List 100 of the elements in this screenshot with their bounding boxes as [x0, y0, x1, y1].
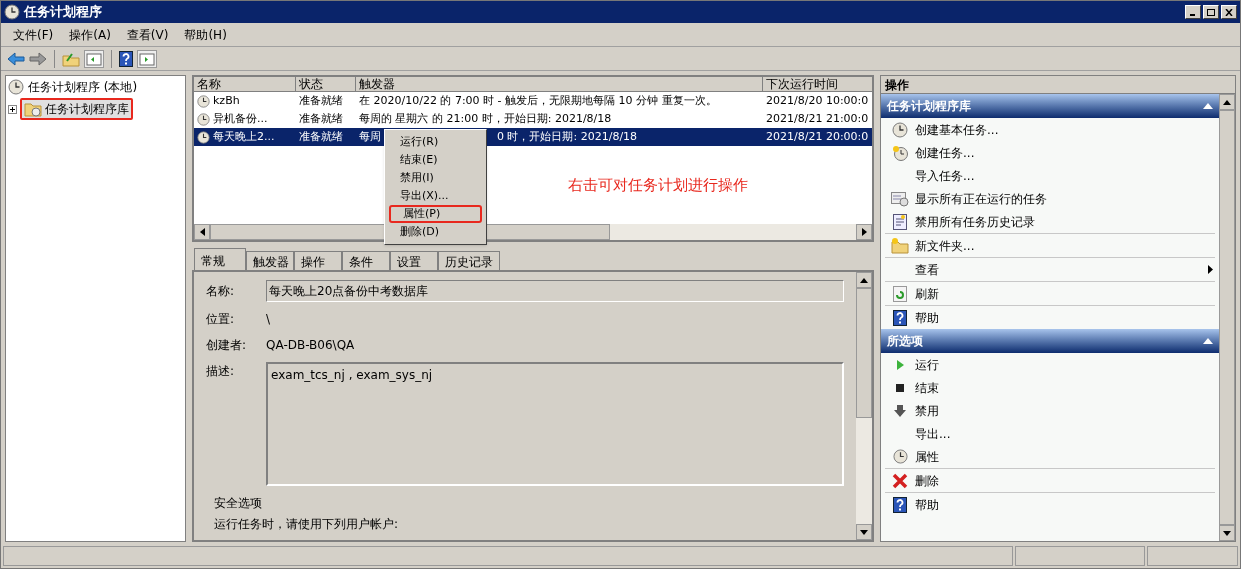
field-label: 名称: [206, 283, 236, 300]
menu-item[interactable]: 文件(F) [7, 25, 60, 44]
refresh-icon [893, 285, 907, 302]
close-icon [1225, 8, 1233, 16]
column-header[interactable]: 名称 [194, 77, 296, 92]
task-trigger: 每周 [359, 128, 381, 145]
clock-icon [8, 79, 24, 95]
app-clock-icon [4, 4, 20, 20]
action-item[interactable]: 结束 [885, 376, 1215, 399]
run-as-label: 运行任务时，请使用下列用户帐户: [213, 516, 400, 533]
tree-item[interactable]: 任务计划程序库 [20, 98, 133, 120]
menu-item[interactable]: 帮助(H) [178, 25, 233, 44]
action-item[interactable]: 帮助 [885, 493, 1215, 516]
tree-item[interactable]: 任务计划程序 (本地) [28, 78, 138, 96]
clock-icon [197, 112, 210, 126]
table-row[interactable]: kzBh 准备就绪 在 2020/10/22 的 7:00 时 - 触发后，无限期地每隔 10 分钟 重复一次。 2021/8/20 10:00:0 [194, 92, 872, 110]
action-item[interactable]: 禁用 [885, 399, 1215, 422]
next-run-time: 2021/8/20 10:00:0 [765, 92, 870, 109]
task-trigger: 每周的 星期六 的 21:00 时，开始日期: 2021/8/18 [359, 110, 612, 127]
down-arrow-icon [893, 403, 907, 418]
hide-pane-icon[interactable] [137, 49, 157, 68]
field-label: 位置: [206, 311, 236, 328]
task-trigger: 0 时，开始日期: 2021/8/18 [497, 128, 638, 145]
action-item[interactable]: 导入任务... [885, 164, 1215, 187]
help-icon [119, 50, 133, 67]
context-menu-item[interactable]: 属性(P) [389, 205, 482, 223]
folder-clock-icon [24, 101, 42, 117]
author-value: QA-DB-B06\QA [266, 337, 355, 354]
collapse-icon[interactable] [1203, 338, 1213, 344]
action-item[interactable]: 禁用所有任务历史记录 [885, 210, 1215, 233]
menu-item[interactable]: 操作(A) [63, 25, 117, 44]
clock-icon [197, 94, 210, 108]
field-label: 创建者: [206, 337, 248, 354]
scroll-down-icon[interactable] [860, 529, 868, 535]
field-label: 描述: [206, 363, 236, 380]
column-header[interactable]: 触发器 [356, 77, 763, 92]
task-name: 异机备份... [213, 110, 268, 127]
action-item[interactable]: 新文件夹... [885, 234, 1215, 257]
next-run-time: 2021/8/21 21:00:0 [765, 110, 870, 127]
action-item[interactable]: 创建基本任务... [885, 118, 1215, 141]
task-name: 每天晚上2... [213, 128, 275, 145]
notebook-icon [893, 213, 907, 230]
tab[interactable]: 触发器 [246, 251, 294, 270]
action-item[interactable]: 运行 [885, 353, 1215, 376]
tab[interactable]: 常规 [194, 248, 246, 270]
action-item[interactable]: 导出... [885, 422, 1215, 445]
star-clock-icon [892, 144, 908, 161]
menu-item[interactable]: 查看(V) [120, 25, 175, 44]
action-item[interactable]: 帮助 [885, 306, 1215, 329]
close-button[interactable] [1221, 5, 1237, 19]
show-pane-icon[interactable] [84, 49, 104, 68]
action-item[interactable]: 刷新 [885, 282, 1215, 305]
clock-icon [892, 449, 908, 464]
action-item[interactable]: 属性 [885, 445, 1215, 468]
clock-icon [197, 130, 210, 144]
window-title: 任务计划程序 [24, 3, 102, 22]
next-run-time: 2021/8/21 20:00:0 [765, 128, 870, 145]
tab[interactable]: 设置 [390, 251, 438, 270]
new-folder-icon [891, 237, 909, 254]
submenu-arrow-icon [1208, 265, 1213, 274]
task-status: 准备就绪 [298, 128, 344, 145]
scroll-down-icon[interactable] [1223, 530, 1231, 536]
window-clock-icon [891, 190, 909, 207]
task-status: 准备就绪 [298, 110, 344, 127]
scroll-up-icon[interactable] [860, 277, 868, 283]
table-row[interactable]: 异机备份... 准备就绪 每周的 星期六 的 21:00 时，开始日期: 2021/8/18 2021/8/21 21:00:0 [194, 110, 872, 128]
forward-icon[interactable] [29, 51, 47, 66]
expand-icon[interactable] [8, 104, 17, 114]
column-header[interactable]: 下次运行时间 [763, 77, 873, 92]
tab[interactable]: 条件 [342, 251, 390, 270]
scroll-left-icon[interactable] [199, 228, 205, 236]
help-icon [893, 309, 907, 326]
location-value: \ [266, 311, 271, 328]
task-trigger: 在 2020/10/22 的 7:00 时 - 触发后，无限期地每隔 10 分钟 重复一次。 [359, 92, 717, 109]
scroll-up-icon[interactable] [1223, 99, 1231, 105]
help-icon [893, 496, 907, 513]
action-item[interactable]: 显示所有正在运行的任务 [885, 187, 1215, 210]
section-header[interactable]: 任务计划程序库 [881, 94, 1219, 118]
action-item[interactable]: 删除 [885, 469, 1215, 492]
name-field[interactable]: 每天晚上20点备份中考数据库 [266, 280, 844, 302]
context-menu-item[interactable]: 导出(X)... [388, 187, 483, 205]
task-name: kzBh [213, 92, 240, 109]
delete-icon [892, 472, 908, 489]
section-header[interactable]: 所选项 [881, 329, 1219, 353]
task-status: 准备就绪 [298, 92, 344, 109]
minimize-button[interactable] [1185, 5, 1201, 19]
context-menu-item[interactable]: 结束(E) [388, 151, 483, 169]
context-menu-item[interactable]: 禁用(I) [388, 169, 483, 187]
vertical-scrollbar[interactable] [856, 272, 872, 540]
vertical-scrollbar[interactable] [1219, 94, 1235, 541]
tab[interactable]: 历史记录 [438, 251, 500, 270]
maximize-button[interactable] [1203, 5, 1219, 19]
column-header[interactable]: 状态 [296, 77, 356, 92]
scroll-right-icon[interactable] [861, 228, 867, 236]
back-icon[interactable] [7, 51, 25, 66]
collapse-icon[interactable] [1203, 103, 1213, 109]
tab[interactable]: 操作 [294, 251, 342, 270]
description-field[interactable]: exam_tcs_nj , exam_sys_nj [266, 362, 844, 486]
action-item[interactable]: 查看 [885, 258, 1215, 281]
action-item[interactable]: 创建任务... [885, 141, 1215, 164]
